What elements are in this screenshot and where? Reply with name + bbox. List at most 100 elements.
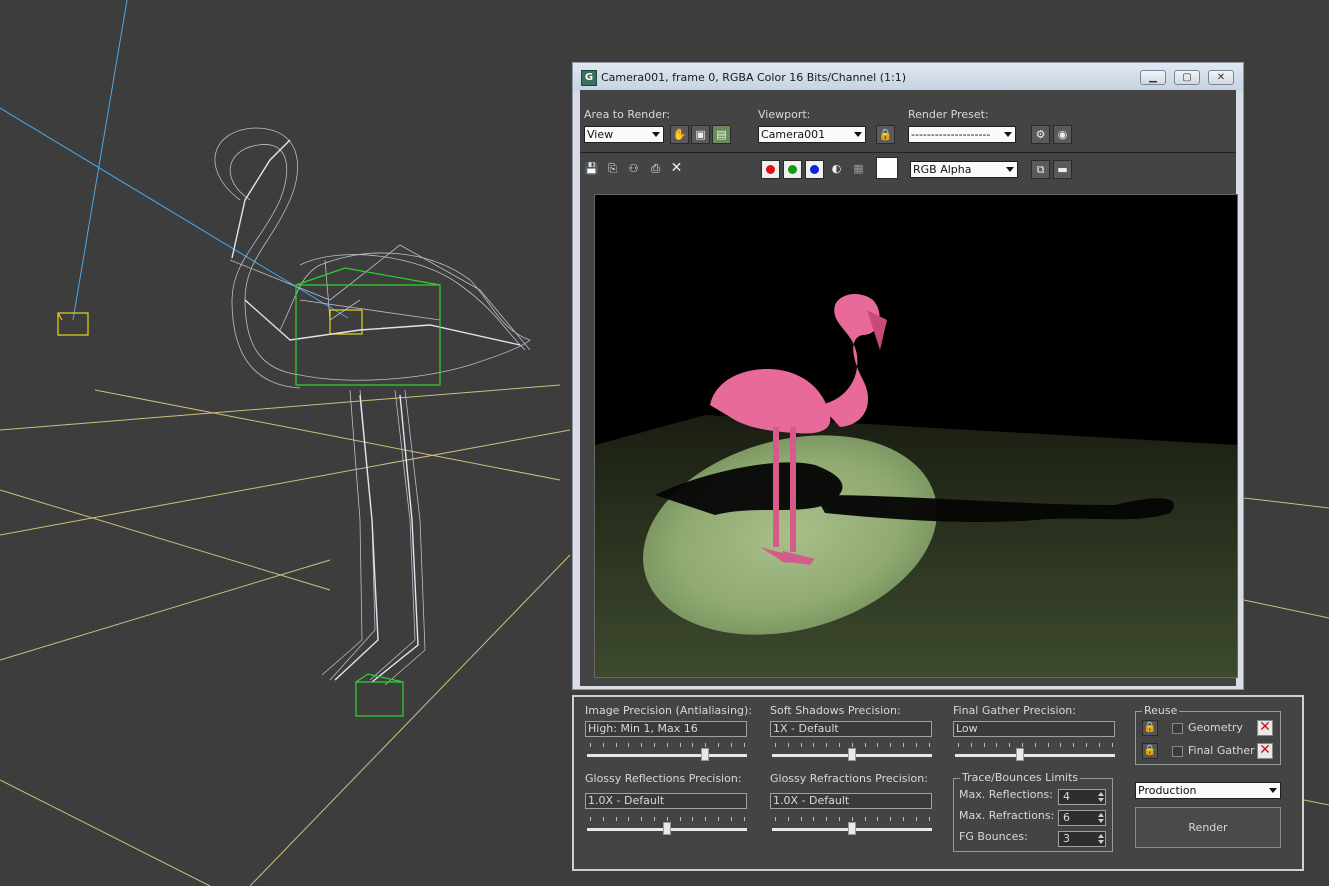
- green-channel-icon[interactable]: [783, 160, 802, 179]
- slider-tick: [743, 743, 745, 747]
- print-icon[interactable]: ⎙: [646, 160, 665, 179]
- red-channel-icon[interactable]: [761, 160, 780, 179]
- geometry-checkbox[interactable]: [1172, 723, 1183, 734]
- slider-thumb[interactable]: [663, 822, 671, 835]
- chevron-down-icon: [1269, 788, 1277, 793]
- slider-tick: [890, 743, 892, 747]
- slider-tick: [1073, 743, 1075, 747]
- glossy-refractions-slider[interactable]: [772, 817, 932, 837]
- area-to-render-value: View: [587, 128, 614, 141]
- info-panel-icon[interactable]: ▬: [1053, 160, 1072, 179]
- soft-shadows-field[interactable]: 1X - Default: [770, 721, 932, 737]
- rendered-image: [594, 194, 1238, 678]
- render-preset-dropdown[interactable]: --------------------: [908, 126, 1016, 143]
- image-precision-slider[interactable]: [587, 743, 747, 763]
- max-reflections-spinner[interactable]: 4: [1058, 789, 1106, 805]
- slider-track: [587, 754, 747, 757]
- slider-tick: [628, 817, 630, 821]
- slider-tick: [1098, 743, 1100, 747]
- spinner-down-icon[interactable]: [1098, 840, 1104, 844]
- alpha-icon[interactable]: ◐: [827, 160, 846, 179]
- chevron-down-icon: [652, 132, 660, 137]
- auto-region-icon[interactable]: ▤: [712, 125, 731, 144]
- soft-shadows-slider[interactable]: [772, 743, 932, 763]
- slider-tick: [602, 817, 604, 821]
- viewport-label: Viewport:: [758, 108, 811, 121]
- slider-tick: [915, 743, 917, 747]
- clone-icon[interactable]: ⚇: [624, 160, 643, 179]
- render-preset-label: Render Preset:: [908, 108, 989, 121]
- lock-icon[interactable]: 🔒: [1142, 720, 1158, 736]
- render-mode-dropdown[interactable]: Production: [1135, 782, 1281, 799]
- slider-ticks: [590, 743, 745, 747]
- mono-icon[interactable]: ▦: [849, 160, 868, 179]
- slider-tick: [705, 817, 707, 821]
- glossy-reflections-slider[interactable]: [587, 817, 747, 837]
- glossy-reflections-label: Glossy Reflections Precision:: [585, 772, 742, 785]
- slider-tick: [877, 743, 879, 747]
- rendered-frame-window[interactable]: G Camera001, frame 0, RGBA Color 16 Bits…: [572, 62, 1244, 690]
- title-bar[interactable]: G Camera001, frame 0, RGBA Color 16 Bits…: [573, 63, 1243, 91]
- slider-tick: [851, 743, 853, 747]
- slider-tick: [615, 743, 617, 747]
- slider-ticks: [775, 743, 930, 747]
- close-button[interactable]: ✕: [1208, 70, 1234, 85]
- minimize-button[interactable]: ▁: [1140, 70, 1166, 85]
- copy-icon[interactable]: ⎘: [603, 160, 622, 179]
- render-button[interactable]: Render: [1135, 807, 1281, 848]
- max-refractions-spinner[interactable]: 6: [1058, 810, 1106, 826]
- channel-dropdown[interactable]: RGB Alpha: [910, 161, 1018, 178]
- slider-tick: [839, 743, 840, 747]
- clear-icon[interactable]: ✕: [667, 160, 686, 179]
- slider-tick: [1022, 743, 1023, 747]
- slider-thumb[interactable]: [848, 822, 856, 835]
- glossy-refractions-field[interactable]: 1.0X - Default: [770, 793, 932, 809]
- fg-bounces-spinner[interactable]: 3: [1058, 831, 1106, 847]
- area-to-render-dropdown[interactable]: View: [584, 126, 664, 143]
- spinner-up-icon[interactable]: [1098, 834, 1104, 838]
- slider-thumb[interactable]: [701, 748, 709, 761]
- display-toggle-icon[interactable]: ⧉: [1031, 160, 1050, 179]
- region-icon[interactable]: ▣: [691, 125, 710, 144]
- trace-bounces-group: Trace/Bounces Limits Max. Reflections: 4…: [953, 771, 1113, 852]
- glossy-reflections-field[interactable]: 1.0X - Default: [585, 793, 747, 809]
- slider-tick: [890, 817, 892, 821]
- viewport-dropdown[interactable]: Camera001: [758, 126, 866, 143]
- environment-icon[interactable]: ◉: [1053, 125, 1072, 144]
- slider-tick: [705, 743, 707, 747]
- blue-channel-icon[interactable]: [805, 160, 824, 179]
- final-gather-slider[interactable]: [955, 743, 1115, 763]
- slider-tick: [928, 743, 930, 747]
- color-swatch[interactable]: [876, 157, 898, 179]
- spinner-down-icon[interactable]: [1098, 819, 1104, 823]
- slider-tick: [602, 743, 604, 747]
- slider-tick: [915, 817, 917, 821]
- slider-tick: [877, 817, 879, 821]
- channel-value: RGB Alpha: [913, 163, 972, 176]
- render-settings-panel: Image Precision (Antialiasing): High: Mi…: [572, 695, 1304, 871]
- final-gather-field[interactable]: Low: [953, 721, 1115, 737]
- final-gather-checkbox[interactable]: [1172, 746, 1183, 757]
- slider-tick: [996, 743, 998, 747]
- spinner-down-icon[interactable]: [1098, 798, 1104, 802]
- slider-thumb[interactable]: [1015, 748, 1024, 761]
- slider-tick: [666, 743, 668, 747]
- slider-tick: [615, 817, 617, 821]
- slider-tick: [1060, 743, 1062, 747]
- save-icon[interactable]: 💾: [582, 160, 601, 179]
- spinner-up-icon[interactable]: [1098, 813, 1104, 817]
- render-setup-icon[interactable]: ⚙: [1031, 125, 1050, 144]
- lock-icon[interactable]: 🔒: [876, 125, 895, 144]
- lock-icon[interactable]: 🔒: [1142, 743, 1158, 759]
- image-precision-field[interactable]: High: Min 1, Max 16: [585, 721, 747, 737]
- slider-thumb[interactable]: [848, 748, 856, 761]
- slider-tick: [1009, 743, 1011, 747]
- spinner-up-icon[interactable]: [1098, 792, 1104, 796]
- clear-geometry-icon[interactable]: ✕: [1257, 720, 1273, 736]
- slider-tick: [864, 817, 866, 821]
- clear-final-gather-icon[interactable]: ✕: [1257, 743, 1273, 759]
- pan-hand-icon[interactable]: ✋: [670, 125, 689, 144]
- image-precision-label: Image Precision (Antialiasing):: [585, 704, 753, 717]
- chevron-down-icon: [854, 132, 862, 137]
- maximize-button[interactable]: ▢: [1174, 70, 1200, 85]
